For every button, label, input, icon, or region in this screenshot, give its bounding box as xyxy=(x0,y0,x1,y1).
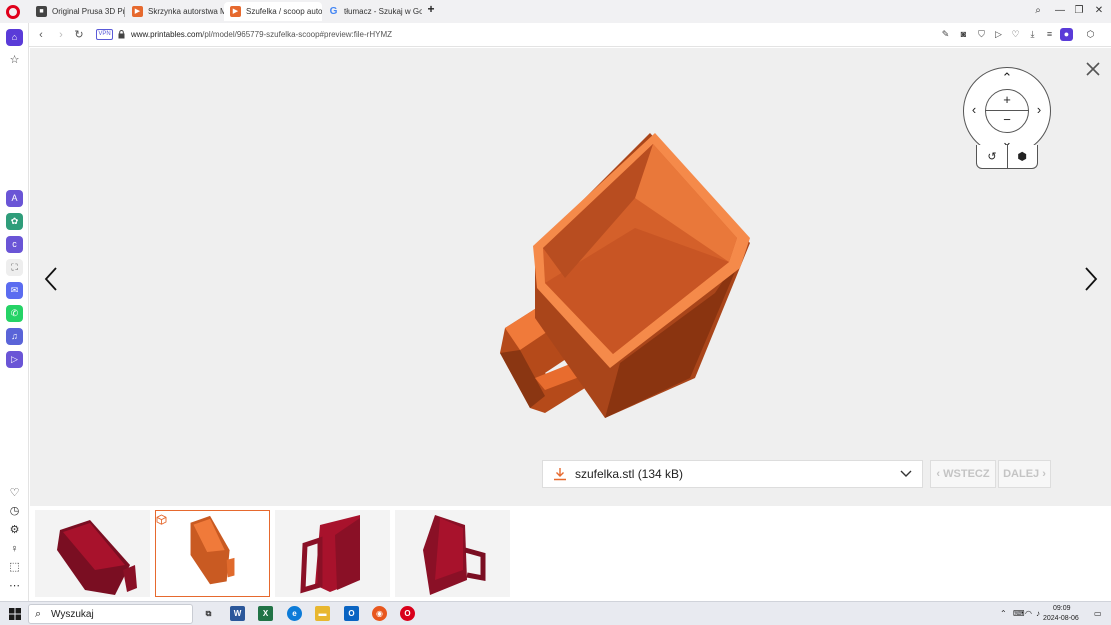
lock-icon[interactable] xyxy=(118,30,125,39)
home-icon[interactable]: ⌂ xyxy=(6,29,23,46)
chatgpt-icon[interactable]: ✿ xyxy=(6,213,23,230)
clock-time[interactable]: 09:09 xyxy=(1053,604,1071,613)
back-icon[interactable]: ‹ xyxy=(33,27,49,43)
thumbnail-1[interactable] xyxy=(35,510,150,597)
printables-favicon-icon: ▶ xyxy=(132,6,143,17)
extensions-icon[interactable]: ⬚ xyxy=(7,560,22,575)
thumbnail-4[interactable] xyxy=(395,510,510,597)
scoop-3d-model[interactable] xyxy=(450,78,750,448)
tab-skrzynka[interactable]: ▶ Skrzynka autorstwa Macie xyxy=(126,2,224,21)
edit-icon[interactable]: ✎ xyxy=(939,28,952,41)
file-name-label: szufelka.stl (134 kB) xyxy=(575,467,684,481)
tab-search-icon[interactable]: ⌕ xyxy=(1030,3,1046,19)
chat-icon[interactable]: c xyxy=(6,236,23,253)
chevron-down-icon xyxy=(900,470,912,477)
cube-icon[interactable]: ⬡ xyxy=(1084,28,1097,41)
shopping-icon[interactable]: ⛶ xyxy=(6,259,23,276)
prev-file-button[interactable]: ‹ WSTECZ xyxy=(930,460,996,488)
aria-icon[interactable]: A xyxy=(6,190,23,207)
printables-favicon-icon: ▶ xyxy=(230,6,241,17)
excel-icon[interactable]: X xyxy=(258,606,273,621)
close-window-icon[interactable]: ✕ xyxy=(1091,3,1107,19)
network-icon[interactable]: ⌨ xyxy=(1013,607,1025,620)
rotate-up-icon[interactable]: ⌃ xyxy=(998,69,1016,87)
rotate-left-icon[interactable]: ‹ xyxy=(965,101,983,119)
prusa-favicon-icon: ■ xyxy=(36,6,47,17)
windows-taskbar: ⌕ Wyszukaj ⧉ W X e ▬ O ◉ O ⌃ ⌨ ◠ ♪ 09:09… xyxy=(0,601,1111,625)
video-icon[interactable]: ▷ xyxy=(6,351,23,368)
bookmarks-icon[interactable]: ☆ xyxy=(7,53,22,68)
file-select-dropdown[interactable]: szufelka.stl (134 kB) xyxy=(542,460,923,488)
profile-icon[interactable]: ● xyxy=(1060,28,1073,41)
tab-google[interactable]: G tłumacz - Szukaj w Google xyxy=(322,2,422,21)
wifi-icon[interactable]: ◠ xyxy=(1025,607,1032,620)
taskbar-search-input[interactable]: ⌕ Wyszukaj xyxy=(28,604,193,624)
word-icon[interactable]: W xyxy=(230,606,245,621)
firefox-icon[interactable]: ◉ xyxy=(372,606,387,621)
download-icon[interactable]: ⤓ xyxy=(1026,28,1039,41)
model-viewer[interactable]: ⌃ ⌄ ‹ › + − ↺ ⬢ szufelka.stl (134 kB) ‹ … xyxy=(30,48,1111,506)
url-field[interactable]: www.printables.com/pl/model/965779-szufe… xyxy=(131,28,392,42)
whatsapp-icon[interactable]: ✆ xyxy=(6,305,23,322)
messenger-icon[interactable]: ✉ xyxy=(6,282,23,299)
edge-icon[interactable]: e xyxy=(287,606,302,621)
google-favicon-icon: G xyxy=(329,6,338,17)
camera-icon[interactable]: ◙ xyxy=(957,28,970,41)
favorites-icon[interactable]: ♡ xyxy=(7,486,22,501)
close-viewer-icon[interactable] xyxy=(1083,59,1103,79)
3d-model-cube-icon xyxy=(156,514,167,525)
reset-view-icon[interactable]: ↺ xyxy=(983,148,1001,166)
zoom-out-icon[interactable]: − xyxy=(998,111,1016,129)
thumbnail-2-active[interactable] xyxy=(155,510,270,597)
opera-sidebar: ⌂ ☆ A ✿ c ⛶ ✉ ✆ ♫ ▷ ♡ ◷ ⚙ ♀ ⬚ ⋯ xyxy=(0,23,29,601)
opera-taskbar-icon[interactable]: O xyxy=(400,606,415,621)
menu-icon[interactable]: ≡ xyxy=(1043,28,1056,41)
reload-icon[interactable]: ↻ xyxy=(71,27,87,43)
tab-bar: ■ Original Prusa 3D Printers ▶ Skrzynka … xyxy=(0,0,1111,23)
search-icon: ⌕ xyxy=(35,608,42,620)
zoom-in-icon[interactable]: + xyxy=(998,91,1016,109)
clock-date[interactable]: 2024-08-06 xyxy=(1043,614,1079,623)
maximize-icon[interactable]: ❐ xyxy=(1071,3,1087,19)
tray-chevron-icon[interactable]: ⌃ xyxy=(1000,607,1007,620)
shield-icon[interactable]: ⛉ xyxy=(975,28,988,41)
address-bar: ‹ › ↻ VPN www.printables.com/pl/model/96… xyxy=(29,23,1111,47)
next-image-arrow-icon[interactable] xyxy=(1082,265,1100,293)
player-icon[interactable]: ♫ xyxy=(6,328,23,345)
settings-icon[interactable]: ⚙ xyxy=(7,523,22,538)
next-file-button[interactable]: DALEJ › xyxy=(998,460,1051,488)
play-icon[interactable]: ▷ xyxy=(992,28,1005,41)
history-icon[interactable]: ◷ xyxy=(7,504,22,519)
opera-logo-icon[interactable] xyxy=(6,5,20,19)
tab-prusa[interactable]: ■ Original Prusa 3D Printers xyxy=(30,2,125,21)
tab-szufelka[interactable]: ▶ Szufelka / scoop autorstw xyxy=(224,2,322,21)
view-navigation-control: ⌃ ⌄ ‹ › + − ↺ ⬢ xyxy=(963,67,1051,171)
heart-icon[interactable]: ♡ xyxy=(1009,28,1022,41)
file-explorer-icon[interactable]: ▬ xyxy=(315,606,330,621)
minimize-icon[interactable]: — xyxy=(1052,3,1068,19)
volume-icon[interactable]: ♪ xyxy=(1036,607,1040,620)
thumbnail-strip xyxy=(30,506,1111,601)
more-icon[interactable]: ⋯ xyxy=(7,579,22,594)
forward-icon[interactable]: › xyxy=(53,27,69,43)
windows-start-icon[interactable] xyxy=(9,608,21,620)
prev-image-arrow-icon[interactable] xyxy=(42,265,60,293)
vpn-badge[interactable]: VPN xyxy=(96,29,113,40)
task-view-icon[interactable]: ⧉ xyxy=(201,606,216,621)
thumbnail-3[interactable] xyxy=(275,510,390,597)
new-tab-plus-icon[interactable]: + xyxy=(425,3,437,16)
outlook-icon[interactable]: O xyxy=(344,606,359,621)
download-file-icon[interactable] xyxy=(553,467,567,481)
pinboard-icon[interactable]: ♀ xyxy=(7,542,22,557)
notifications-icon[interactable]: ▭ xyxy=(1094,607,1102,620)
rotate-right-icon[interactable]: › xyxy=(1030,101,1048,119)
cube-view-icon[interactable]: ⬢ xyxy=(1013,148,1031,166)
